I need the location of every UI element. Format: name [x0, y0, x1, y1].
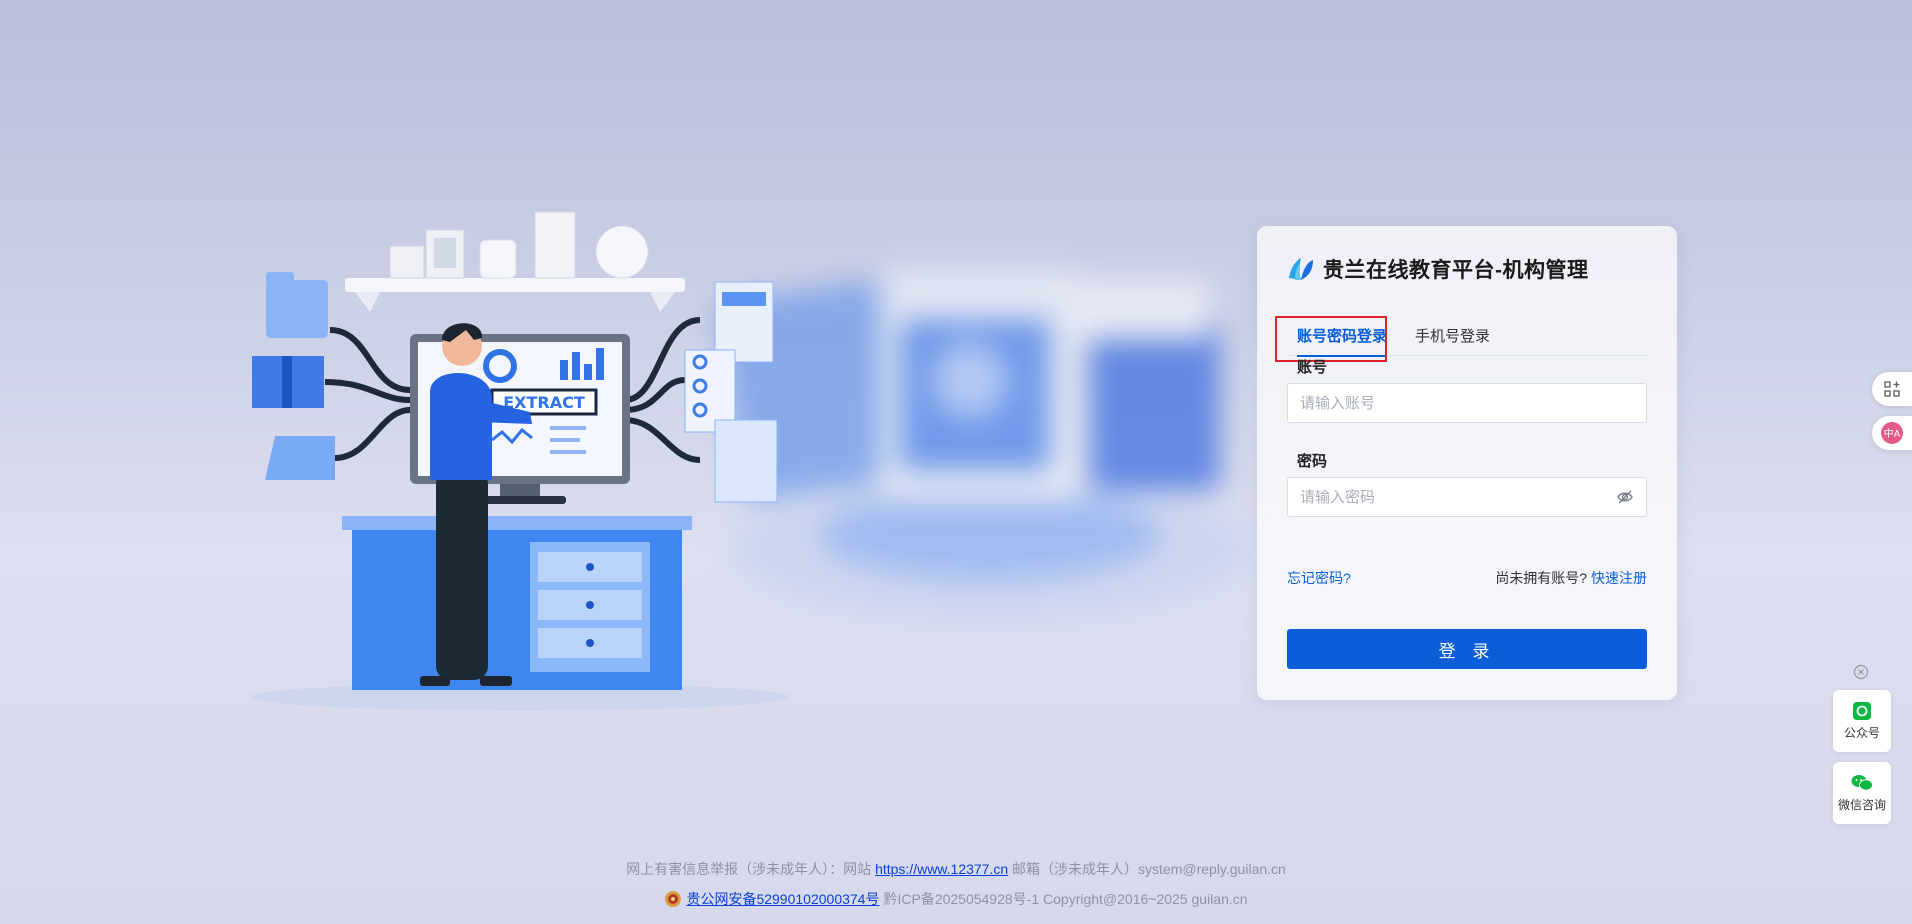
- footer-report-link[interactable]: https://www.12377.cn: [875, 861, 1008, 877]
- no-account-text: 尚未拥有账号?: [1495, 570, 1588, 586]
- brand: 贵兰在线教育平台-机构管理: [1287, 254, 1589, 284]
- login-card: 贵兰在线教育平台-机构管理 账号密码登录 手机号登录 账号 密码 忘记密码? 尚…: [1257, 226, 1677, 700]
- links-row: 忘记密码? 尚未拥有账号? 快速注册: [1287, 568, 1647, 588]
- side-tool-apps[interactable]: [1872, 372, 1912, 406]
- official-account-label: 公众号: [1843, 725, 1880, 740]
- footer-record-line: 贵公网安备52990102000374号 黔ICP备2025054928号-1 …: [0, 889, 1912, 911]
- account-field: [1287, 383, 1647, 423]
- official-account-icon: [1853, 701, 1871, 720]
- forgot-password-link[interactable]: 忘记密码?: [1287, 568, 1351, 588]
- side-tools: 中A: [1872, 372, 1912, 460]
- svg-text:中A: 中A: [1884, 427, 1901, 440]
- grid-plus-icon: [1884, 381, 1900, 397]
- footer-police-record-link[interactable]: 贵公网安备52990102000374号: [686, 889, 879, 909]
- translate-icon: 中A: [1881, 422, 1903, 444]
- account-input[interactable]: [1300, 394, 1634, 412]
- police-badge-icon: [665, 891, 682, 907]
- footer-icp-copyright: 黔ICP备2025054928号-1 Copyright@2016~2025 g…: [883, 891, 1248, 907]
- account-label: 账号: [1297, 359, 1328, 376]
- tab-phone-login[interactable]: 手机号登录: [1405, 318, 1500, 356]
- close-icon[interactable]: [1853, 664, 1869, 680]
- wechat-consult-widget[interactable]: 微信咨询: [1833, 762, 1891, 824]
- side-tool-translate[interactable]: 中A: [1872, 416, 1912, 450]
- footer-report-line: 网上有害信息举报（涉未成年人）：网站 https://www.12377.cn …: [0, 859, 1912, 879]
- password-input[interactable]: [1300, 488, 1616, 506]
- hero-illustration: EXTRACT: [250, 211, 790, 711]
- footer-email-text: 邮箱（涉未成年人）system@reply.guilan.cn: [1012, 861, 1286, 877]
- login-button[interactable]: 登 录: [1287, 629, 1647, 669]
- tab-highlight-box: [1275, 316, 1387, 362]
- password-field: [1287, 477, 1647, 517]
- brand-title: 贵兰在线教育平台-机构管理: [1323, 259, 1589, 282]
- wechat-icon: [1851, 774, 1873, 791]
- eye-hidden-icon[interactable]: [1616, 488, 1634, 506]
- wechat-consult-label: 微信咨询: [1837, 797, 1886, 812]
- brand-logo-icon: [1289, 258, 1313, 280]
- quick-register-link[interactable]: 快速注册: [1591, 570, 1647, 586]
- footer-report-prefix: 网上有害信息举报（涉未成年人）：网站: [626, 861, 872, 877]
- password-label: 密码: [1297, 453, 1328, 470]
- official-account-widget[interactable]: 公众号: [1833, 690, 1891, 752]
